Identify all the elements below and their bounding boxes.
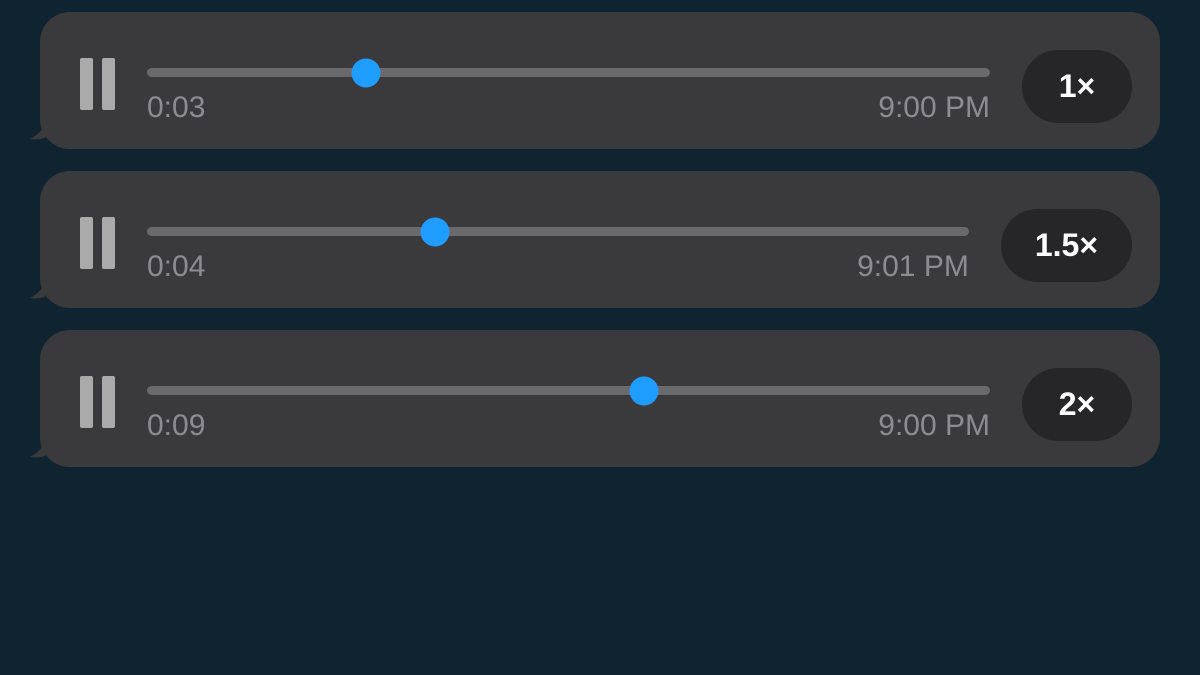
bubble-body: 0:04 9:01 PM 1.5× (40, 171, 1160, 308)
progress-track[interactable] (147, 386, 990, 395)
pause-button[interactable] (80, 217, 115, 269)
elapsed-time: 0:04 (147, 250, 205, 284)
bubble-tail-icon (30, 272, 58, 300)
pause-bar-icon (102, 58, 115, 110)
progress-track[interactable] (147, 68, 990, 77)
elapsed-time: 0:09 (147, 409, 205, 443)
playback-speed-button[interactable]: 1.5× (1001, 209, 1132, 282)
progress-thumb[interactable] (630, 376, 659, 405)
voice-message-bubble: 0:09 9:00 PM 2× (40, 330, 1160, 467)
bubble-tail-icon (30, 113, 58, 141)
time-labels: 0:03 9:00 PM (147, 91, 990, 125)
playback-speed-button[interactable]: 1× (1022, 50, 1132, 123)
playback-speed-button[interactable]: 2× (1022, 368, 1132, 441)
pause-bar-icon (80, 58, 93, 110)
playback-track-area: 0:03 9:00 PM (147, 68, 990, 125)
pause-bar-icon (80, 217, 93, 269)
playback-track-area: 0:04 9:01 PM (147, 227, 969, 284)
pause-button[interactable] (80, 376, 115, 428)
progress-thumb[interactable] (352, 58, 381, 87)
pause-bar-icon (102, 217, 115, 269)
pause-bar-icon (80, 376, 93, 428)
progress-thumb[interactable] (420, 217, 449, 246)
pause-button[interactable] (80, 58, 115, 110)
progress-track[interactable] (147, 227, 969, 236)
time-labels: 0:04 9:01 PM (147, 250, 969, 284)
voice-message-bubble: 0:03 9:00 PM 1× (40, 12, 1160, 149)
sent-timestamp: 9:00 PM (878, 91, 990, 125)
bubble-body: 0:09 9:00 PM 2× (40, 330, 1160, 467)
voice-message-bubble: 0:04 9:01 PM 1.5× (40, 171, 1160, 308)
time-labels: 0:09 9:00 PM (147, 409, 990, 443)
bubble-body: 0:03 9:00 PM 1× (40, 12, 1160, 149)
pause-bar-icon (102, 376, 115, 428)
playback-track-area: 0:09 9:00 PM (147, 386, 990, 443)
bubble-tail-icon (30, 431, 58, 459)
elapsed-time: 0:03 (147, 91, 205, 125)
sent-timestamp: 9:00 PM (878, 409, 990, 443)
sent-timestamp: 9:01 PM (857, 250, 969, 284)
